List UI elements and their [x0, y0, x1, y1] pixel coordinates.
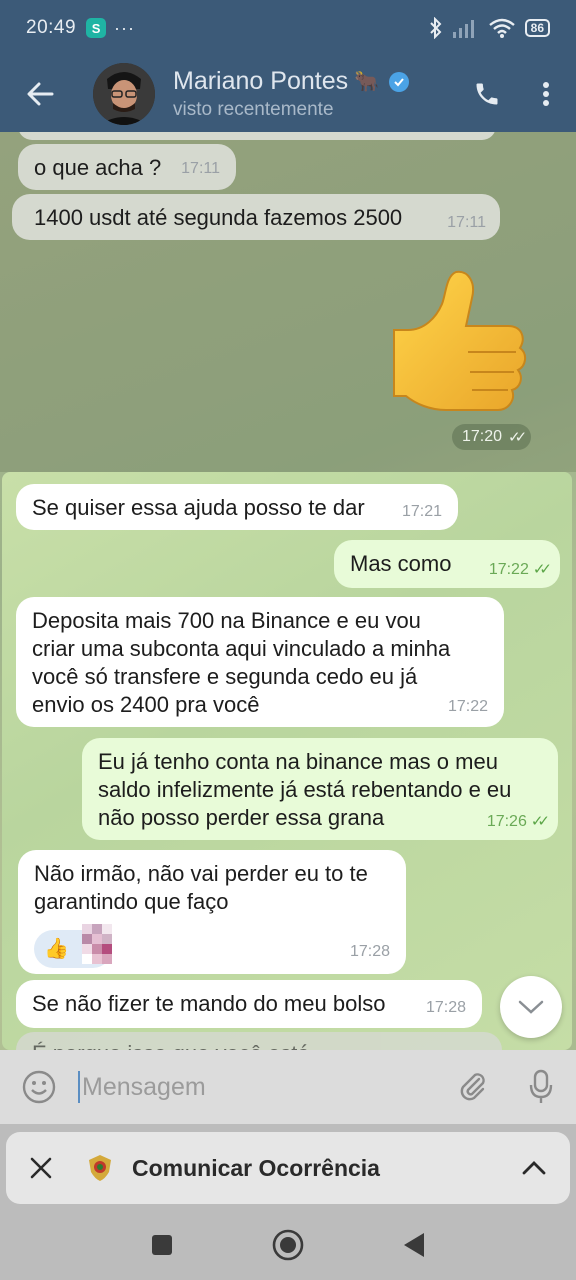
- home-button[interactable]: [225, 1210, 351, 1280]
- verified-icon: [389, 71, 410, 92]
- status-bar: 20:49 S ··· 86: [0, 0, 576, 56]
- recents-button[interactable]: [99, 1210, 225, 1280]
- avatar-image: [93, 63, 155, 125]
- bluetooth-icon: [429, 17, 442, 39]
- more-options-button[interactable]: [516, 56, 576, 132]
- battery-indicator: 86: [524, 19, 550, 37]
- reaction-emoji: 👍: [44, 938, 69, 960]
- message-bubble[interactable]: Se quiser essa ajuda posso te dar 17:21: [16, 484, 458, 530]
- report-banner[interactable]: Comunicar Ocorrência: [6, 1132, 570, 1204]
- emoji-button[interactable]: [0, 1050, 78, 1124]
- message-time: 17:11: [181, 160, 220, 177]
- message-placeholder: Mensagem: [82, 1072, 206, 1101]
- message-time: 17:22: [447, 698, 488, 715]
- message-bubble[interactable]: 1400 usdt até segunda fazemos 2500 17:11: [12, 194, 500, 240]
- close-icon: [30, 1157, 52, 1179]
- message-bubble[interactable]: Deposita mais 700 na Binance e eu vou cr…: [16, 597, 504, 727]
- avatar[interactable]: [93, 63, 155, 125]
- status-time: 20:49: [26, 17, 77, 38]
- voice-button[interactable]: [506, 1050, 576, 1124]
- thumbs-up-sticker[interactable]: [386, 268, 530, 428]
- message-bubble[interactable]: Não irmão, não vai perder eu to te garan…: [18, 850, 406, 974]
- banner-title: Comunicar Ocorrência: [132, 1154, 380, 1181]
- contact-name: Mariano Pontes: [173, 67, 349, 95]
- message-line: Eu já tenho conta na binance mas o meu: [98, 749, 498, 774]
- message-input-bar: Mensagem: [0, 1050, 576, 1124]
- message-bubble-partial[interactable]: É porque isso que você está...: [16, 1032, 502, 1050]
- call-button[interactable]: [458, 56, 516, 132]
- attach-icon: [460, 1073, 485, 1101]
- phone-icon: [476, 83, 498, 105]
- double-check-icon: ✓✓: [530, 813, 550, 830]
- more-vertical-icon: [543, 82, 549, 106]
- message-text: o que acha ?: [34, 155, 162, 180]
- message-time: 17:21: [401, 503, 442, 520]
- contact-status: visto recentemente: [173, 99, 334, 120]
- message-time: 17:11: [447, 214, 486, 231]
- emoji-icon: [22, 1070, 56, 1104]
- reactor-avatar: [82, 924, 112, 964]
- message-bubble[interactable]: Se não fizer te mando do meu bolso 17:28: [16, 980, 482, 1028]
- chevron-up-icon: [522, 1161, 546, 1175]
- recents-icon: [152, 1235, 172, 1255]
- attach-button[interactable]: [440, 1050, 506, 1124]
- chat-area[interactable]: o que acha ? 17:11 1400 usdt até segunda…: [0, 132, 576, 1050]
- message-line: saldo infelizmente já está rebentando e …: [98, 777, 512, 802]
- message-text: 1400 usdt até segunda fazemos 2500: [34, 205, 403, 230]
- message-time: 17:26 ✓✓: [487, 808, 550, 836]
- message-line: não posso perder essa grana: [98, 805, 385, 830]
- message-line: criar uma subconta aqui vinculado a minh…: [32, 636, 451, 661]
- scroll-down-button[interactable]: [500, 976, 562, 1038]
- message-bubble[interactable]: Mas como 17:22 ✓✓: [334, 540, 560, 588]
- back-arrow-icon: [27, 82, 54, 106]
- close-button[interactable]: [6, 1157, 76, 1179]
- mic-icon: [529, 1069, 553, 1103]
- chat-header: Mariano Pontes 🐂 visto recentemente: [0, 56, 576, 132]
- message-time: 17:28: [425, 999, 466, 1016]
- sticker-time: 17:20 ✓✓: [452, 424, 532, 450]
- more-notifications-icon: ···: [114, 17, 136, 38]
- name-emoji: 🐂: [354, 71, 380, 93]
- double-check-icon: ✓✓: [508, 429, 527, 446]
- message-line: você só transfere e segunda cedo eu já: [32, 664, 418, 689]
- message-text: Mas como: [350, 551, 452, 576]
- message-bubble[interactable]: Eu já tenho conta na binance mas o meu s…: [82, 738, 558, 840]
- chevron-down-icon: [518, 1000, 544, 1014]
- contact-info[interactable]: Mariano Pontes 🐂 visto recentemente: [173, 67, 458, 121]
- message-bubble-partial[interactable]: [18, 132, 496, 140]
- message-line: Não irmão, não vai perder eu to te: [34, 861, 368, 886]
- message-line: envio os 2400 pra você: [32, 692, 260, 717]
- message-text: Se quiser essa ajuda posso te dar: [32, 495, 365, 520]
- back-button[interactable]: [0, 56, 80, 132]
- message-text: Se não fizer te mando do meu bolso: [32, 991, 386, 1016]
- double-check-icon: ✓✓: [532, 561, 552, 578]
- police-badge-icon: [80, 1154, 120, 1182]
- message-bubble[interactable]: o que acha ? 17:11: [18, 144, 236, 190]
- back-icon: [404, 1233, 424, 1257]
- expand-button[interactable]: [498, 1161, 570, 1175]
- message-time: 17:28: [349, 943, 390, 960]
- message-input[interactable]: Mensagem: [78, 1050, 440, 1124]
- back-nav-button[interactable]: [351, 1210, 477, 1280]
- system-nav-bar: [0, 1210, 576, 1280]
- message-line: garantindo que faço: [34, 889, 229, 914]
- signal-icon: [452, 20, 474, 38]
- wifi-icon: [488, 18, 515, 38]
- home-icon: [272, 1229, 304, 1261]
- message-time: 17:22 ✓✓: [489, 556, 552, 584]
- app-notification-icon: S: [86, 18, 107, 38]
- message-text: É porque isso que você está...: [32, 1041, 328, 1050]
- message-line: Deposita mais 700 na Binance e eu vou: [32, 608, 421, 633]
